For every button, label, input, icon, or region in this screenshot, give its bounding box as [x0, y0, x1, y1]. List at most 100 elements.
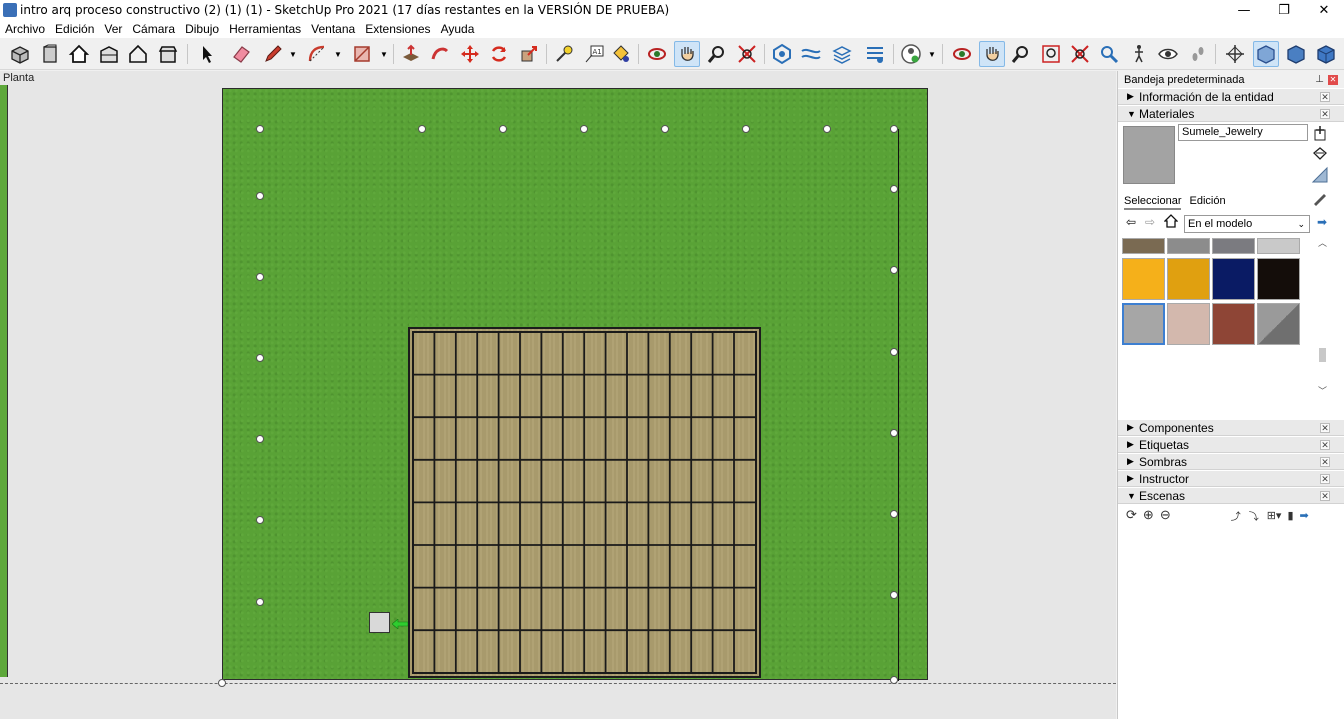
forward-arrow-icon[interactable]: ⇨ — [1145, 215, 1155, 229]
expand-details-icon[interactable]: ➡ — [1300, 509, 1309, 522]
select-arrow-icon[interactable] — [194, 41, 220, 67]
scale-icon[interactable] — [516, 41, 542, 67]
component-marker[interactable] — [369, 612, 390, 633]
zoom-extents-icon-2[interactable] — [1067, 41, 1093, 67]
survey-point[interactable] — [256, 125, 264, 133]
orbit-icon-2[interactable] — [949, 41, 975, 67]
orbit-icon[interactable] — [644, 41, 670, 67]
close-section-icon[interactable]: ✕ — [1320, 92, 1330, 102]
material-swatch[interactable] — [1167, 303, 1210, 345]
section-icon[interactable] — [862, 41, 888, 67]
house-icon[interactable] — [66, 41, 92, 67]
survey-point[interactable] — [890, 676, 898, 684]
collection-select[interactable]: En el modelo ⌄ — [1184, 215, 1310, 233]
footprints-icon[interactable] — [1185, 41, 1211, 67]
refresh-icon[interactable]: ⟳ — [1126, 507, 1137, 523]
view-options-icon[interactable]: ⊞▾ — [1267, 509, 1282, 522]
survey-point[interactable] — [661, 125, 669, 133]
sandbox-icon[interactable] — [798, 41, 824, 67]
menu-ayuda[interactable]: Ayuda — [441, 22, 475, 36]
house-open-icon[interactable] — [96, 41, 122, 67]
material-swatch[interactable] — [1122, 238, 1165, 254]
layers-icon[interactable] — [829, 41, 855, 67]
material-swatch[interactable] — [1257, 258, 1300, 300]
close-section-icon[interactable]: ✕ — [1320, 457, 1330, 467]
push-pull-icon[interactable] — [398, 41, 424, 67]
survey-point[interactable] — [256, 435, 264, 443]
swatch-scrollbar[interactable]: ︿﹀ — [1315, 236, 1329, 396]
close-section-icon[interactable]: ✕ — [1320, 109, 1330, 119]
pin-icon[interactable]: ⊥ — [1315, 74, 1324, 85]
survey-point[interactable] — [256, 192, 264, 200]
paint-bucket-icon[interactable] — [608, 41, 634, 67]
follow-me-icon[interactable] — [427, 41, 453, 67]
menu-ver[interactable]: Ver — [104, 22, 122, 36]
rotate-icon[interactable] — [486, 41, 512, 67]
scene-details-icon[interactable]: ▮ — [1287, 509, 1293, 522]
close-section-icon[interactable]: ✕ — [1320, 440, 1330, 450]
home-icon[interactable] — [1163, 214, 1179, 231]
survey-point[interactable] — [742, 125, 750, 133]
material-swatch[interactable] — [1257, 238, 1300, 254]
section-materials[interactable]: ▼ Materiales ✕ — [1118, 105, 1344, 122]
section-instructor[interactable]: ▶ Instructor ✕ — [1118, 470, 1344, 487]
survey-point[interactable] — [218, 679, 226, 687]
close-section-icon[interactable]: ✕ — [1320, 423, 1330, 433]
scene-tab-label[interactable]: Planta — [3, 72, 34, 84]
remove-scene-icon[interactable]: ⊖ — [1160, 507, 1171, 523]
survey-point[interactable] — [256, 273, 264, 281]
previous-view-icon[interactable] — [1096, 41, 1122, 67]
material-swatch[interactable] — [1167, 258, 1210, 300]
zoom-extents-icon[interactable] — [734, 41, 760, 67]
section-scenes[interactable]: ▼ Escenas ✕ — [1118, 487, 1344, 504]
section-tags[interactable]: ▶ Etiquetas ✕ — [1118, 436, 1344, 453]
survey-point[interactable] — [890, 266, 898, 274]
tray-close-icon[interactable]: ✕ — [1328, 75, 1338, 85]
close-section-icon[interactable]: ✕ — [1320, 491, 1330, 501]
menu-extensiones[interactable]: Extensiones — [365, 22, 430, 36]
material-swatch[interactable] — [1212, 303, 1255, 345]
back-edges-icon[interactable] — [1283, 41, 1309, 67]
shaded-icon[interactable] — [1313, 41, 1339, 67]
survey-point[interactable] — [418, 125, 426, 133]
survey-point[interactable] — [499, 125, 507, 133]
details-arrow-icon[interactable]: ➡ — [1317, 215, 1327, 229]
house-outline-icon[interactable] — [125, 41, 151, 67]
components-icon[interactable] — [769, 41, 795, 67]
survey-point[interactable] — [256, 354, 264, 362]
survey-point[interactable] — [256, 516, 264, 524]
survey-point[interactable] — [890, 348, 898, 356]
survey-point[interactable] — [890, 591, 898, 599]
tab-edit[interactable]: Edición — [1189, 194, 1225, 210]
survey-point[interactable] — [890, 510, 898, 518]
menu-ventana[interactable]: Ventana — [311, 22, 355, 36]
survey-point[interactable] — [256, 598, 264, 606]
tape-measure-icon[interactable] — [551, 41, 577, 67]
material-name-field[interactable]: Sumele_Jewelry — [1178, 124, 1308, 141]
material-swatch[interactable] — [1122, 303, 1165, 345]
material-swatch[interactable] — [1212, 238, 1255, 254]
menu-dibujo[interactable]: Dibujo — [185, 22, 219, 36]
survey-point[interactable] — [890, 429, 898, 437]
move-down-icon[interactable]: ⤵ — [1249, 508, 1259, 523]
section-components[interactable]: ▶ Componentes ✕ — [1118, 419, 1344, 436]
pencil-icon[interactable] — [260, 41, 286, 67]
user-icon[interactable] — [898, 41, 924, 67]
views-iso-icon[interactable] — [7, 41, 33, 67]
back-arrow-icon[interactable]: ⇦ — [1126, 215, 1136, 229]
add-scene-icon[interactable]: ⊕ — [1143, 507, 1154, 523]
display-secondary-icon[interactable] — [1311, 166, 1329, 184]
pan-hand-icon-2[interactable] — [979, 41, 1005, 67]
section-entity-info[interactable]: ▶ Información de la entidad ✕ — [1118, 88, 1344, 105]
material-swatch[interactable] — [1167, 238, 1210, 254]
section-shadows[interactable]: ▶ Sombras ✕ — [1118, 453, 1344, 470]
maximize-button[interactable]: ❐ — [1264, 0, 1304, 20]
zoom-icon[interactable] — [704, 41, 730, 67]
material-swatch[interactable] — [1257, 303, 1300, 345]
sample-paint-icon[interactable] — [1312, 192, 1326, 206]
survey-point[interactable] — [823, 125, 831, 133]
paint-bucket-small-icon[interactable] — [1312, 146, 1328, 162]
menu-camara[interactable]: Cámara — [132, 22, 175, 36]
views-front-icon[interactable] — [37, 41, 63, 67]
create-material-icon[interactable] — [1314, 125, 1326, 141]
